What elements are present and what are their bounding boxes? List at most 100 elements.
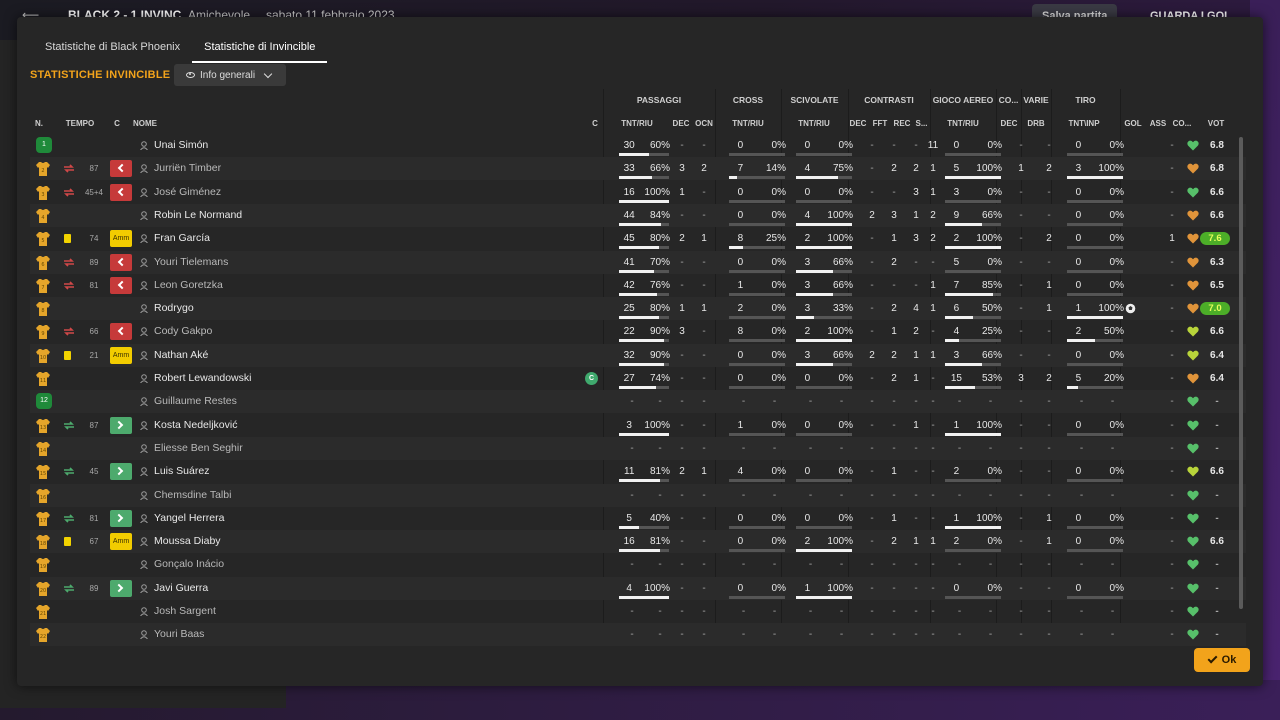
header-varie-drb[interactable]: DRB bbox=[1023, 119, 1049, 128]
table-row[interactable]: 14 Eliesse Ben Seghir - - - - - - - - - - - - - - - -… bbox=[30, 436, 1246, 460]
player-profile-icon[interactable] bbox=[140, 164, 148, 174]
player-profile-icon[interactable] bbox=[140, 490, 148, 500]
player-profile-icon[interactable] bbox=[140, 467, 148, 477]
player-name[interactable]: Fran García bbox=[154, 227, 454, 250]
ok-button[interactable]: Ok bbox=[1194, 648, 1250, 672]
header-number[interactable]: N. bbox=[30, 119, 48, 128]
table-row[interactable]: 21 Josh Sargent - - - - - - - - - - - - - - - - - - - - bbox=[30, 600, 1246, 623]
sub-in-button[interactable] bbox=[110, 579, 132, 597]
header-tiro-tnt[interactable]: TNT\INP bbox=[1059, 119, 1109, 128]
sub-in-button[interactable] bbox=[110, 463, 132, 481]
table-row[interactable]: 16 Chemsdine Talbi - - - - - - - - - - - - - - - - - -… bbox=[30, 483, 1246, 507]
player-profile-icon[interactable] bbox=[140, 513, 148, 523]
header-condition[interactable]: CO... bbox=[1171, 119, 1193, 128]
player-name[interactable]: Kosta Nedeljković bbox=[154, 414, 454, 437]
player-profile-icon[interactable] bbox=[140, 630, 148, 640]
table-row[interactable]: 1 Unai Simón 30 60% - -0 0% 0 0% - - -11 0 0% - -0 … bbox=[30, 134, 1246, 157]
header-contrasti-fft[interactable]: FFT bbox=[870, 119, 890, 128]
player-name[interactable]: Robert Lewandowski bbox=[154, 367, 454, 390]
sub-out-button[interactable] bbox=[110, 183, 132, 201]
player-name[interactable]: Cody Gakpo bbox=[154, 320, 454, 343]
player-name[interactable]: Jurriën Timber bbox=[154, 157, 454, 180]
table-row[interactable]: 10 21 Amm Nathan Aké 32 90% - -0 0% 3 66% 2 2 1 1 3 … bbox=[30, 343, 1246, 367]
tab-invincible[interactable]: Statistiche di Invincible bbox=[192, 31, 328, 63]
player-profile-icon[interactable] bbox=[140, 257, 148, 267]
player-name[interactable]: Chemsdine Talbi bbox=[154, 484, 454, 507]
player-name[interactable]: Youri Baas bbox=[154, 623, 454, 646]
player-profile-icon[interactable] bbox=[140, 234, 148, 244]
sub-out-button[interactable] bbox=[110, 160, 132, 178]
table-row[interactable]: 8 Rodrygo 25 80% 1 1 2 0% 3 33% -2 4 1 6 50% -1 1 10… bbox=[30, 297, 1246, 321]
table-row[interactable]: 19 Gonçalo Inácio - - - - - - - - - - - - - - - - - - -… bbox=[30, 553, 1246, 576]
tab-black-phoenix[interactable]: Statistiche di Black Phoenix bbox=[33, 31, 192, 63]
player-profile-icon[interactable] bbox=[140, 560, 148, 570]
player-name[interactable]: Rodrygo bbox=[154, 297, 454, 320]
table-row[interactable]: 20 89 Javi Guerra 4 100% - -0 0% 1 100% - - - -0 0… bbox=[30, 576, 1246, 600]
header-gol[interactable]: GOL bbox=[1121, 119, 1145, 128]
player-name[interactable]: José Giménez bbox=[154, 181, 454, 204]
table-row[interactable]: 22 Youri Baas - - - - - - - - - - - - - - - - - - - - bbox=[30, 623, 1246, 647]
player-profile-icon[interactable] bbox=[140, 304, 148, 314]
view-dropdown[interactable]: Info generali bbox=[174, 64, 286, 86]
sub-out-button[interactable] bbox=[110, 323, 132, 341]
header-vot[interactable]: VOT bbox=[1201, 119, 1231, 128]
header-contrasti-dec[interactable]: DEC bbox=[848, 119, 868, 128]
table-row[interactable]: 7 81 Leon Goretzka 42 76% - -1 0% 3 66% - - -1 7 8… bbox=[30, 274, 1246, 297]
player-profile-icon[interactable] bbox=[140, 397, 148, 407]
table-row[interactable]: 13 87 Kosta Nedeljković 3 100% - -1 0% 0 0% - -1… bbox=[30, 414, 1246, 437]
table-row[interactable]: 3 45+4 José Giménez 16 100% 1-0 0% 0 0% - -3 1 3 … bbox=[30, 181, 1246, 204]
header-co-dec[interactable]: DEC bbox=[997, 119, 1021, 128]
header-cross-tnt[interactable]: TNT/RIU bbox=[723, 119, 773, 128]
player-name[interactable]: Eliesse Ben Seghir bbox=[154, 437, 454, 460]
table-row[interactable]: 2 87 Jurriën Timber 33 66% 3 2 7 14% 4 75% -2 2 1 5… bbox=[30, 157, 1246, 181]
player-name[interactable]: Robin Le Normand bbox=[154, 204, 454, 227]
header-c[interactable]: C bbox=[110, 119, 124, 128]
player-name[interactable]: Yangel Herrera bbox=[154, 507, 454, 530]
player-profile-icon[interactable] bbox=[140, 141, 148, 150]
table-row[interactable]: 15 45 Luis Suárez 11 81% 2 1 4 0% 0 0% -1- -2 0% -… bbox=[30, 460, 1246, 483]
header-pass-tnt[interactable]: TNT/RIU bbox=[615, 119, 659, 128]
header-contrasti-rec[interactable]: REC bbox=[892, 119, 912, 128]
player-profile-icon[interactable] bbox=[140, 420, 148, 430]
table-row[interactable]: 4 Robin Le Normand 44 84% - -0 0% 4 100% 2 3 1 2 9… bbox=[30, 203, 1246, 227]
player-name[interactable]: Moussa Diaby bbox=[154, 530, 454, 553]
table-row[interactable]: 11 Robert Lewandowski C 27 74% - -0 0% 0 0% -2 1… bbox=[30, 367, 1246, 390]
header-pass-ocn[interactable]: OCN bbox=[693, 119, 715, 128]
player-profile-icon[interactable] bbox=[140, 350, 148, 360]
player-name[interactable]: Luis Suárez bbox=[154, 460, 454, 483]
header-pass-dec[interactable]: DEC bbox=[671, 119, 691, 128]
player-name[interactable]: Nathan Aké bbox=[154, 344, 454, 367]
sub-out-button[interactable] bbox=[110, 253, 132, 271]
player-profile-icon[interactable] bbox=[140, 537, 148, 547]
header-aereo-tnt[interactable]: TNT/RIU bbox=[938, 119, 988, 128]
table-row[interactable]: 18 67 Amm Moussa Diaby 16 81% - -0 0% 2 100% -2 1… bbox=[30, 530, 1246, 554]
player-profile-icon[interactable] bbox=[140, 374, 148, 383]
player-profile-icon[interactable] bbox=[140, 607, 148, 616]
table-scrollbar[interactable] bbox=[1239, 137, 1243, 609]
header-tempo[interactable]: TEMPO bbox=[63, 119, 97, 128]
table-row[interactable]: 6 89 Youri Tielemans 41 70% - -0 0% 3 66% -2- -5… bbox=[30, 250, 1246, 274]
sub-in-button[interactable] bbox=[110, 416, 132, 434]
header-ass[interactable]: ASS bbox=[1147, 119, 1169, 128]
player-name[interactable]: Leon Goretzka bbox=[154, 274, 454, 297]
sub-out-button[interactable] bbox=[110, 276, 132, 294]
player-profile-icon[interactable] bbox=[140, 583, 148, 593]
header-contrasti-s[interactable]: S... bbox=[913, 119, 930, 128]
player-profile-icon[interactable] bbox=[140, 444, 148, 453]
player-name[interactable]: Unai Simón bbox=[154, 134, 454, 157]
player-name[interactable]: Javi Guerra bbox=[154, 577, 454, 600]
header-nome[interactable]: NOME bbox=[133, 119, 163, 128]
sub-in-button[interactable] bbox=[110, 509, 132, 527]
table-row[interactable]: 5 74 Amm Fran García 45 80% 2 1 8 25% 2 100% -1 3 2… bbox=[30, 227, 1246, 250]
player-profile-icon[interactable] bbox=[140, 211, 148, 220]
player-profile-icon[interactable] bbox=[140, 187, 148, 197]
table-row[interactable]: 12 Guillaume Restes - ---- -- ------ ---- … bbox=[30, 390, 1246, 414]
table-row[interactable]: 9 66 Cody Gakpo 22 90% 3-8 0% 2 100% -1 2-4 25%… bbox=[30, 320, 1246, 343]
header-captain[interactable]: C bbox=[589, 119, 601, 128]
player-name[interactable]: Josh Sargent bbox=[154, 600, 454, 623]
player-profile-icon[interactable] bbox=[140, 280, 148, 290]
player-name[interactable]: Guillaume Restes bbox=[154, 390, 454, 413]
player-profile-icon[interactable] bbox=[140, 327, 148, 337]
player-name[interactable]: Youri Tielemans bbox=[154, 251, 454, 274]
header-scivolate-tnt[interactable]: TNT/RIU bbox=[789, 119, 839, 128]
